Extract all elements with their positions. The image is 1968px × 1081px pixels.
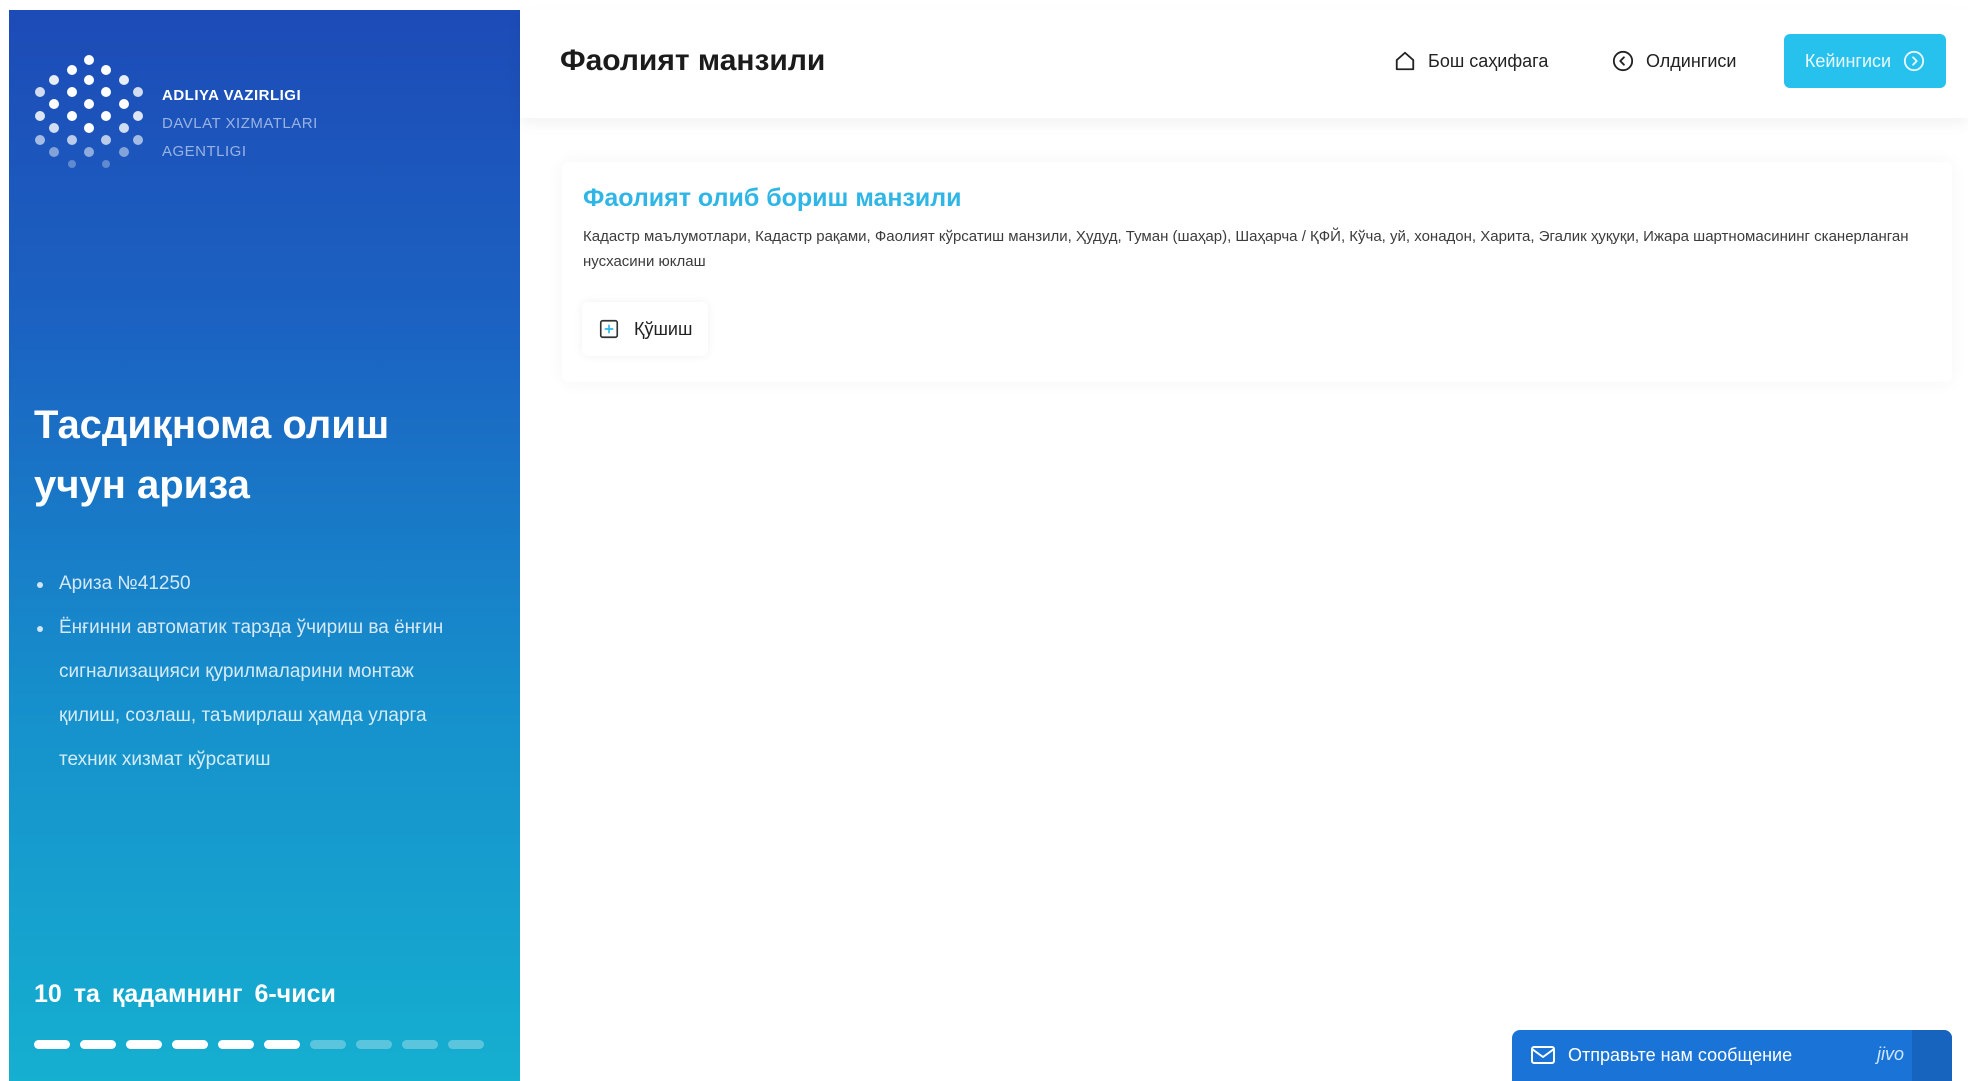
page-title: Фаолият манзили (560, 44, 826, 77)
previous-button-label: Олдингиси (1646, 50, 1737, 71)
app-window: ADLIYA VAZIRLIGI DAVLAT XIZMATLARI AGENT… (0, 0, 1968, 1081)
step-indicator (126, 1040, 162, 1049)
arrow-left-circle-icon (1612, 50, 1634, 72)
arrow-right-circle-icon (1903, 50, 1925, 72)
application-info-list: Ариза №41250 Ёнғинни автоматик тарзда ўч… (33, 562, 473, 782)
activity-description: Ёнғинни автоматик тарзда ўчириш ва ёнғин… (33, 606, 473, 782)
application-number: Ариза №41250 (33, 562, 473, 606)
logo-line-3: AGENTLIGI (162, 143, 247, 160)
step-indicator (448, 1040, 484, 1049)
sidebar: ADLIYA VAZIRLIGI DAVLAT XIZMATLARI AGENT… (9, 10, 520, 1081)
message-icon (1530, 1045, 1556, 1067)
next-button-label: Кейингиси (1804, 50, 1892, 71)
chat-brand: jivo (1876, 1044, 1904, 1064)
next-button[interactable]: Кейингиси (1784, 34, 1946, 88)
step-indicator (310, 1040, 346, 1049)
chat-widget-button[interactable]: Отправьте нам сообщение jivo (1512, 1030, 1952, 1081)
add-button-label: Қўшиш (634, 318, 693, 339)
step-progress (34, 1040, 484, 1049)
step-indicator (80, 1040, 116, 1049)
logo-line-1: ADLIYA VAZIRLIGI (162, 87, 302, 104)
step-indicator (402, 1040, 438, 1049)
logo-dots-icon (35, 55, 143, 168)
application-title: Тасдиқнома олиш учун ариза (34, 403, 390, 507)
address-section-card: Фаолият олиб бориш манзили Кадастр маълу… (562, 162, 1952, 382)
home-button[interactable]: Бош саҳифага (1380, 34, 1563, 88)
plus-square-icon (598, 318, 620, 340)
step-indicator (218, 1040, 254, 1049)
page-header: Фаолият манзили Бош саҳифага Олдингиси К… (520, 10, 1968, 118)
home-icon (1394, 50, 1416, 72)
step-indicator (356, 1040, 392, 1049)
agency-logo[interactable]: ADLIYA VAZIRLIGI DAVLAT XIZMATLARI AGENT… (34, 52, 374, 172)
add-button[interactable]: Қўшиш (582, 302, 709, 356)
step-indicator (34, 1040, 70, 1049)
step-indicator (172, 1040, 208, 1049)
section-title: Фаолият олиб бориш манзили (583, 184, 962, 212)
step-indicator (264, 1040, 300, 1049)
logo-text: ADLIYA VAZIRLIGI DAVLAT XIZMATLARI AGENT… (162, 82, 318, 166)
section-description: Кадастр маълумотлари, Кадастр рақами, Фа… (583, 228, 1909, 270)
logo-line-2: DAVLAT XIZMATLARI (162, 115, 318, 132)
step-counter: 10 та қадамнинг 6-чиси (34, 980, 336, 1008)
chat-corner (1912, 1030, 1952, 1081)
previous-button[interactable]: Олдингиси (1598, 34, 1751, 88)
chat-label: Отправьте нам сообщение (1568, 1045, 1793, 1065)
home-button-label: Бош саҳифага (1428, 50, 1549, 71)
